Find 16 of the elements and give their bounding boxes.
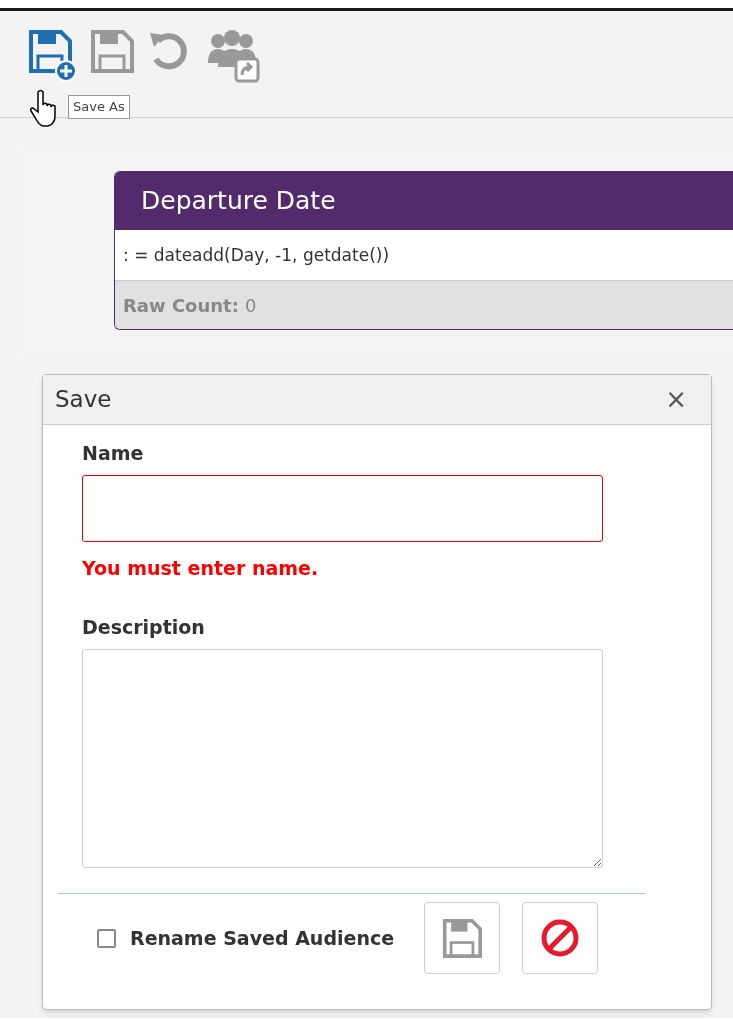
card-title: Departure Date (115, 172, 733, 230)
count-value: 0 (244, 293, 257, 318)
field-label: Description (82, 615, 206, 640)
error-message: You must enter name. (82, 556, 320, 580)
count-label: Raw Count: (123, 293, 239, 318)
field-label: Name (82, 441, 145, 466)
tooltip: Save As (68, 95, 130, 119)
cancel-button[interactable] (522, 902, 598, 974)
close-button[interactable]: × (665, 380, 699, 419)
description-field[interactable] (82, 649, 603, 868)
checkbox-label: Rename Saved Audience (130, 925, 396, 951)
floppy-plus-icon[interactable] (28, 29, 76, 83)
rename-checkbox[interactable] (97, 928, 116, 948)
dialog-title: Save (55, 385, 112, 415)
prohibited-icon (540, 918, 580, 958)
name-field[interactable] (82, 475, 603, 542)
